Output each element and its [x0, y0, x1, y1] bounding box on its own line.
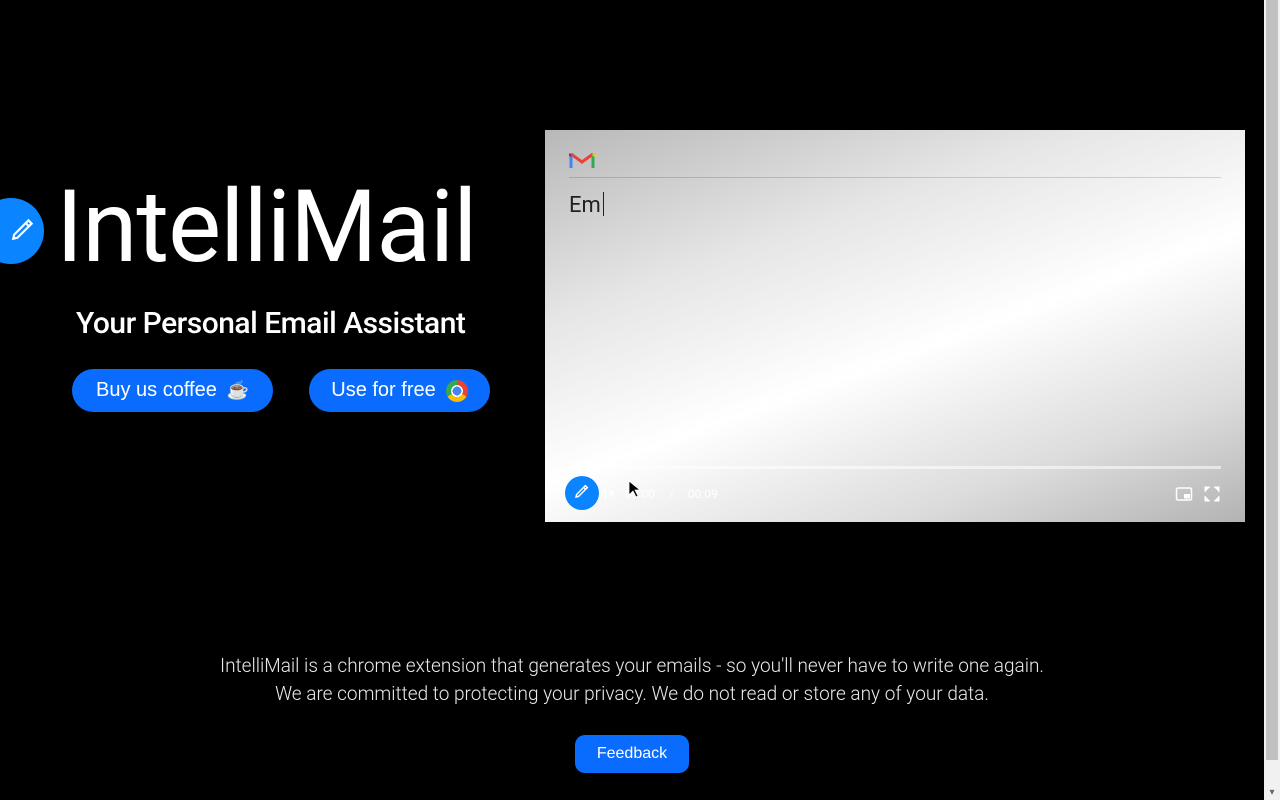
mouse-cursor-icon [628, 480, 642, 498]
footer-line-2: We are committed to protecting your priv… [0, 680, 1264, 708]
video-duration: 00:09 [688, 487, 718, 501]
edit-fab-overlay[interactable] [565, 476, 599, 510]
gmail-icon [569, 150, 595, 170]
gmail-header-row [569, 150, 1221, 178]
footer-line-1: IntelliMail is a chrome extension that g… [0, 652, 1264, 680]
feedback-label: Feedback [597, 745, 667, 762]
feedback-button[interactable]: Feedback [575, 735, 689, 773]
hero-section: IntelliMail Your Personal Email Assistan… [56, 178, 490, 412]
video-progress-fill [569, 466, 579, 469]
scrollbar-thumb[interactable] [1266, 0, 1278, 760]
chrome-icon [446, 380, 468, 402]
buy-coffee-button[interactable]: Buy us coffee ☕ [72, 369, 273, 412]
volume-muted-icon[interactable] [597, 485, 615, 503]
page-subtitle: Your Personal Email Assistant [76, 306, 490, 341]
typed-text-value: Em [569, 193, 601, 218]
video-content: Em [569, 150, 1221, 300]
pencil-icon [0, 216, 24, 246]
buy-coffee-label: Buy us coffee [96, 379, 217, 402]
scroll-down-arrow[interactable]: ▾ [1264, 784, 1280, 800]
page-title: IntelliMail [56, 178, 490, 278]
video-controls: 00:00 / 00:09 [569, 466, 1221, 508]
footer-section: IntelliMail is a chrome extension that g… [0, 652, 1264, 773]
video-progress-track[interactable] [569, 466, 1221, 469]
fullscreen-icon[interactable] [1203, 485, 1221, 503]
text-caret [603, 192, 604, 216]
picture-in-picture-icon[interactable] [1175, 485, 1193, 503]
coffee-icon: ☕ [227, 380, 249, 401]
pencil-icon [574, 483, 590, 503]
scrollbar-track[interactable]: ▴ ▾ [1264, 0, 1280, 800]
compose-typed-text: Em [569, 192, 604, 218]
use-for-free-button[interactable]: Use for free [309, 369, 489, 412]
demo-video-panel: Em 00:00 / 00:09 [545, 130, 1245, 522]
edit-fab-button[interactable] [0, 198, 44, 264]
use-for-free-label: Use for free [331, 379, 435, 402]
video-time-separator: / [669, 487, 674, 501]
hero-button-row: Buy us coffee ☕ Use for free [72, 369, 490, 412]
